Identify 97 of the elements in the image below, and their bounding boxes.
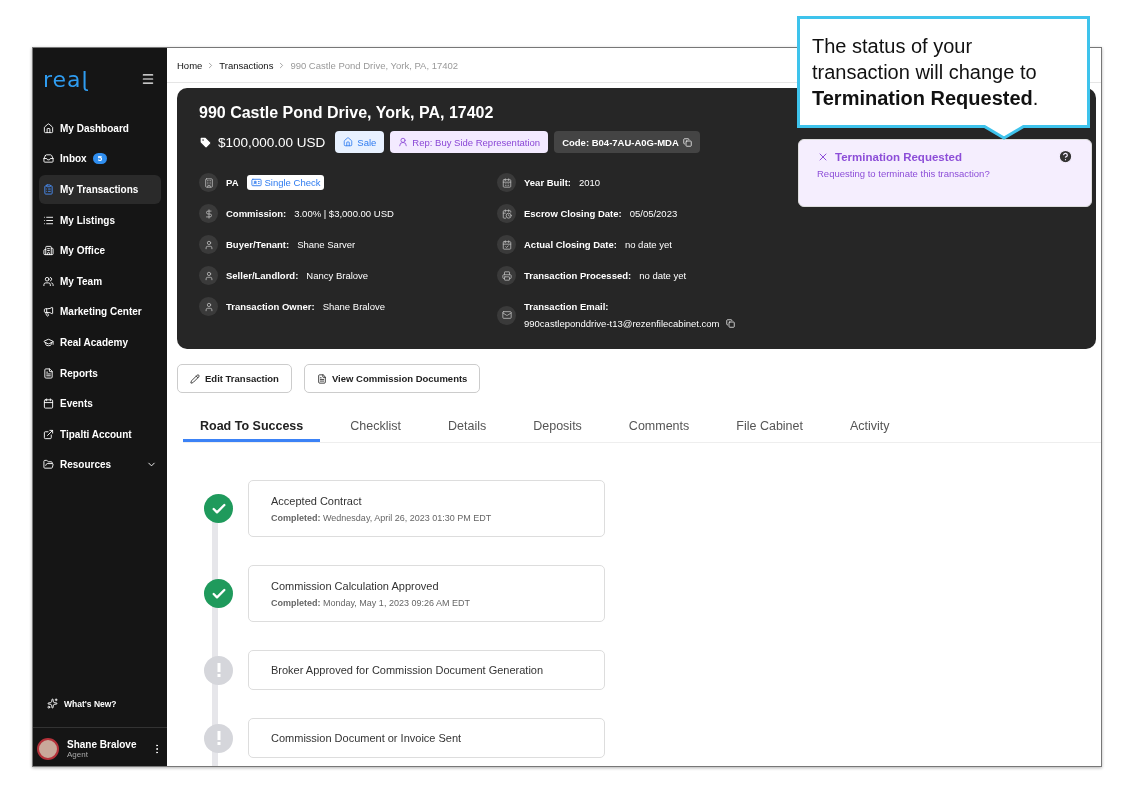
detail-value: Shane Sarver	[297, 239, 356, 250]
detail-icon	[199, 204, 218, 223]
nav-icon	[43, 214, 54, 226]
building-icon	[199, 173, 218, 192]
detail-value: no date yet	[639, 270, 687, 281]
detail-label: Transaction Owner:	[226, 301, 315, 312]
callout-pointer	[982, 125, 1026, 140]
sidebar-item[interactable]: Marketing Center	[39, 297, 161, 327]
logo: reaɭ	[43, 66, 89, 92]
avatar	[37, 738, 59, 760]
detail-value: no date yet	[624, 239, 672, 250]
sidebar-item[interactable]: My Dashboard	[39, 114, 161, 143]
sidebar-item[interactable]: Resources	[39, 450, 161, 480]
detail-value: 05/05/2023	[629, 208, 678, 219]
detail-icon	[199, 297, 218, 316]
detail-label: Buyer/Tenant:	[226, 239, 290, 250]
transaction-address: 990 Castle Pond Drive, York, PA, 17402	[199, 104, 495, 122]
nav-icon	[43, 367, 54, 379]
home-icon	[343, 137, 354, 147]
nav-icon	[43, 245, 54, 257]
sidebar-item[interactable]: My Listings	[39, 205, 161, 235]
help-icon[interactable]	[1058, 149, 1073, 164]
step-title: Commission Calculation Approved	[271, 579, 440, 592]
detail-label: Seller/Landlord:	[226, 270, 299, 281]
detail-label: Commission:	[226, 208, 287, 219]
breadcrumb-item[interactable]: Home	[177, 59, 203, 71]
sidebar-item[interactable]: My Office	[39, 236, 161, 265]
detail-value: Nancy Bralove	[306, 270, 369, 281]
tag-icon	[199, 135, 212, 149]
step-detail: Completed: Wednesday, April 26, 2023 01:30 PM EDT	[271, 512, 493, 523]
nav-icon	[43, 336, 54, 348]
detail-value: Shane Bralove	[322, 301, 385, 312]
nav-icon	[43, 153, 54, 165]
sidebar-item[interactable]: My Team	[39, 266, 161, 296]
nav-icon	[43, 428, 54, 440]
user-name: Shane Bralove	[67, 739, 138, 750]
callout-box: The status of your transaction will change to Termination Requested.	[797, 16, 1090, 128]
status-link[interactable]: Requesting to terminate this transaction?	[817, 168, 1073, 179]
detail-label: Transaction Processed:	[524, 270, 632, 281]
detail-icon	[497, 204, 516, 223]
sparkles-icon	[47, 698, 58, 709]
detail-label: Actual Closing Date:	[524, 239, 617, 250]
copy-icon[interactable]	[725, 319, 735, 328]
check-type-tag: Single Check	[246, 175, 325, 190]
nav-icon	[43, 306, 54, 318]
detail-value: 990castleponddrive-t13@rezenfilecabinet.com	[524, 318, 720, 329]
detail-label: Escrow Closing Date:	[524, 208, 622, 219]
document-icon	[316, 373, 327, 384]
tab[interactable]: Deposits	[516, 412, 599, 442]
step-title: Broker Approved for Commission Document Generation	[271, 664, 545, 676]
person-icon	[398, 137, 409, 147]
whats-new-link[interactable]: What's New?	[33, 698, 167, 727]
sidebar-item[interactable]: Tipalti Account	[39, 419, 161, 449]
sidebar-item[interactable]: Inbox 5	[39, 144, 161, 174]
breadcrumb-item[interactable]: Transactions	[219, 59, 274, 71]
detail-label: Transaction Email:	[524, 301, 610, 312]
status-title: Termination Requested	[835, 150, 962, 163]
copy-icon[interactable]	[682, 137, 692, 147]
user-role: Agent	[67, 750, 89, 759]
tab[interactable]: Checklist	[333, 412, 418, 442]
nav-icon	[43, 459, 54, 471]
count-badge: 5	[92, 153, 108, 165]
detail-value: 3.00% | $3,000.00 USD	[294, 208, 394, 219]
pencil-icon	[190, 373, 200, 384]
step-detail: Completed: Monday, May 1, 2023 09:26 AM EDT	[271, 597, 471, 608]
tab[interactable]: Comments	[611, 412, 707, 442]
documents-button[interactable]: View Commission Documents	[303, 364, 481, 393]
sidebar-item[interactable]: Real Academy	[39, 328, 161, 357]
sidebar-item[interactable]: Events	[39, 389, 161, 418]
detail-icon	[199, 235, 218, 254]
tab[interactable]: Details	[431, 412, 504, 442]
detail-icon	[497, 305, 516, 325]
detail-icon	[497, 235, 516, 254]
sidebar-item[interactable]: My Transactions	[39, 175, 161, 204]
nav-icon	[43, 275, 54, 287]
detail-icon	[497, 266, 516, 285]
tab[interactable]: File Cabinet	[719, 412, 820, 442]
tab[interactable]: Activity	[833, 412, 907, 442]
detail-icon	[199, 266, 218, 285]
sidebar-item[interactable]: Reports	[39, 358, 161, 388]
tab[interactable]: Road To Success	[183, 412, 321, 442]
detail-label: Year Built:	[524, 177, 571, 188]
step-title: Accepted Contract	[271, 494, 363, 507]
state-label: PA	[226, 177, 239, 188]
detail-icon	[497, 173, 516, 192]
menu-icon[interactable]	[141, 72, 155, 86]
nav-icon	[43, 398, 54, 410]
edit-button[interactable]: Edit Transaction	[177, 364, 292, 393]
price: $100,000.00 USD	[218, 134, 326, 150]
nav-icon	[43, 122, 54, 134]
card-icon	[250, 177, 262, 188]
step-title: Commission Document or Invoice Sent	[271, 732, 463, 744]
representation-tag: Rep: Buy Side Representation	[390, 131, 549, 153]
code-tag[interactable]: Code: B04-7AU-A0G-MDA	[554, 131, 700, 153]
detail-value: 2010	[579, 177, 601, 188]
nav-icon	[43, 184, 54, 195]
sale-tag: Sale	[335, 131, 385, 153]
